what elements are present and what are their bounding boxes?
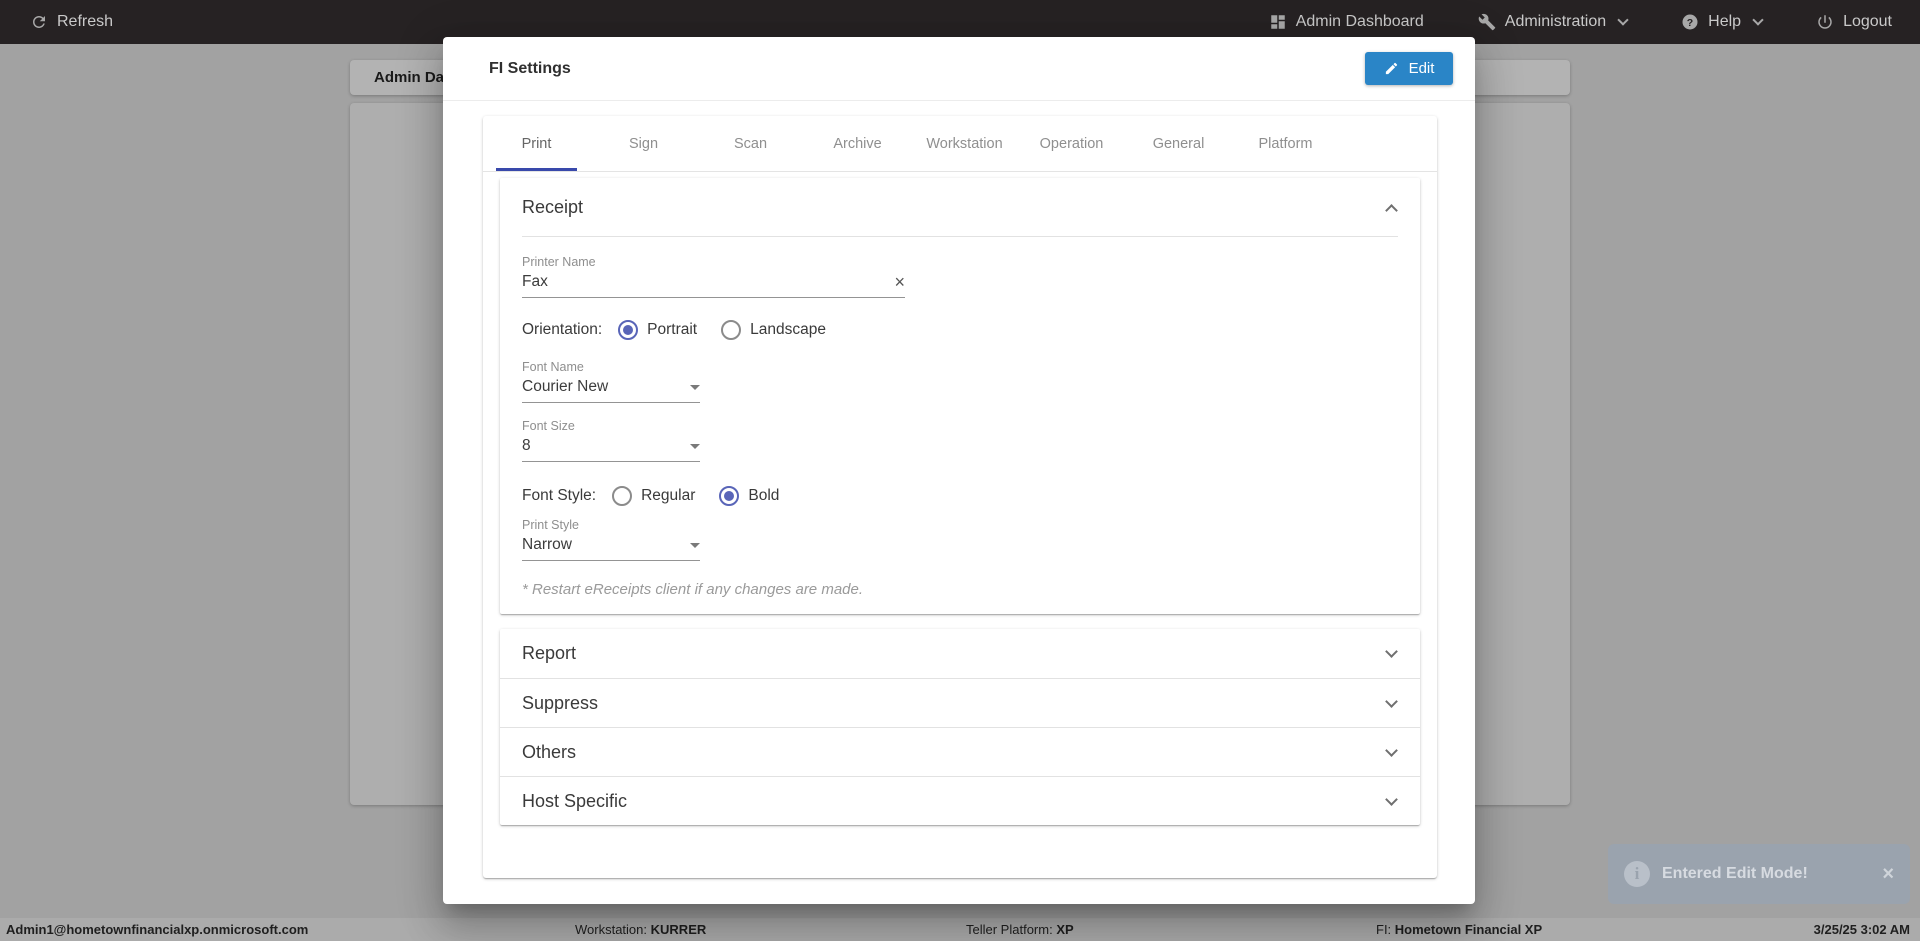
refresh-icon <box>30 13 48 31</box>
printer-name-label: Printer Name <box>522 255 905 269</box>
receipt-form: Printer Name Fax × Orientation: Portrait… <box>500 237 1420 614</box>
receipt-section-title: Receipt <box>522 197 583 218</box>
dropdown-caret-icon <box>690 385 700 390</box>
toast-notification: i Entered Edit Mode! × <box>1608 844 1910 904</box>
dashboard-icon <box>1269 13 1287 31</box>
modal-header: FI Settings Edit <box>443 37 1475 101</box>
chevron-down-icon <box>1385 793 1398 806</box>
help-label: Help <box>1708 13 1741 31</box>
teller-platform-value: XP <box>1056 922 1073 937</box>
report-section-title: Report <box>522 643 576 664</box>
refresh-button[interactable]: Refresh <box>30 13 113 31</box>
font-size-select[interactable]: 8 <box>522 437 700 462</box>
chevron-down-icon <box>1385 744 1398 757</box>
suppress-section-title: Suppress <box>522 693 598 714</box>
toast-message: Entered Edit Mode! <box>1662 865 1870 883</box>
tab-scan[interactable]: Scan <box>697 116 804 171</box>
font-style-label: Font Style: <box>522 487 596 505</box>
print-style-select[interactable]: Narrow <box>522 536 700 561</box>
toast-close-icon[interactable]: × <box>1882 864 1894 884</box>
bold-radio-label: Bold <box>748 487 779 505</box>
restart-note: * Restart eReceipts client if any change… <box>522 581 1398 598</box>
chevron-down-icon <box>1617 14 1628 25</box>
orientation-radio-group: Orientation: Portrait Landscape <box>522 320 1398 340</box>
regular-radio-label: Regular <box>641 487 695 505</box>
font-name-label: Font Name <box>522 360 700 374</box>
print-style-field: Print Style Narrow <box>522 518 700 561</box>
status-bar: Admin1@hometownfinancialxp.onmicrosoft.c… <box>0 918 1920 941</box>
font-style-radio-group: Font Style: Regular Bold <box>522 486 1398 506</box>
edit-button[interactable]: Edit <box>1365 52 1453 85</box>
report-accordion-header[interactable]: Report <box>500 629 1420 678</box>
tab-workstation[interactable]: Workstation <box>911 116 1018 171</box>
orientation-label: Orientation: <box>522 321 602 339</box>
regular-radio[interactable] <box>612 486 632 506</box>
chevron-down-icon <box>1752 14 1763 25</box>
portrait-radio[interactable] <box>618 320 638 340</box>
status-teller-platform: Teller Platform: XP <box>966 922 1074 937</box>
host-specific-section-title: Host Specific <box>522 791 627 812</box>
others-section-title: Others <box>522 742 576 763</box>
host-specific-accordion-header[interactable]: Host Specific <box>500 776 1420 825</box>
font-name-field: Font Name Courier New <box>522 360 700 403</box>
fi-value: Hometown Financial XP <box>1395 922 1542 937</box>
print-tab-content: Receipt Printer Name Fax × Orientation: <box>483 172 1437 843</box>
bold-radio[interactable] <box>719 486 739 506</box>
tab-general[interactable]: General <box>1125 116 1232 171</box>
logout-button[interactable]: Logout <box>1816 13 1892 31</box>
settings-tab-bar: Print Sign Scan Archive Workstation Oper… <box>483 116 1437 172</box>
collapsed-sections-group: Report Suppress Others Host Specific <box>500 629 1420 825</box>
chevron-down-icon <box>1385 695 1398 708</box>
portrait-radio-label: Portrait <box>647 321 697 339</box>
tab-sign[interactable]: Sign <box>590 116 697 171</box>
clear-icon[interactable]: × <box>894 273 905 291</box>
edit-button-label: Edit <box>1409 60 1435 77</box>
dropdown-caret-icon <box>690 444 700 449</box>
tab-platform[interactable]: Platform <box>1232 116 1339 171</box>
administration-label: Administration <box>1505 13 1606 31</box>
wrench-icon <box>1478 13 1496 31</box>
help-icon: ? <box>1681 13 1699 31</box>
font-size-field: Font Size 8 <box>522 419 700 462</box>
pencil-icon <box>1384 61 1399 76</box>
landscape-radio-label: Landscape <box>750 321 826 339</box>
workstation-value: KURRER <box>651 922 707 937</box>
info-icon: i <box>1624 861 1650 887</box>
tab-archive[interactable]: Archive <box>804 116 911 171</box>
modal-title: FI Settings <box>489 60 571 78</box>
power-icon <box>1816 13 1834 31</box>
status-fi: FI: Hometown Financial XP <box>1376 922 1542 937</box>
nav-help-menu[interactable]: ? Help <box>1681 13 1762 31</box>
dropdown-caret-icon <box>690 543 700 548</box>
tab-print[interactable]: Print <box>483 116 590 171</box>
refresh-label: Refresh <box>57 13 113 31</box>
printer-name-input[interactable]: Fax <box>522 273 548 291</box>
suppress-accordion-header[interactable]: Suppress <box>500 678 1420 727</box>
admin-dashboard-label: Admin Dashboard <box>1296 13 1424 31</box>
fi-settings-modal: FI Settings Edit Print Sign Scan Archive… <box>443 37 1475 904</box>
receipt-accordion: Receipt Printer Name Fax × Orientation: <box>500 178 1420 614</box>
settings-panel: Print Sign Scan Archive Workstation Oper… <box>483 116 1437 878</box>
receipt-accordion-header[interactable]: Receipt <box>500 178 1420 236</box>
print-style-label: Print Style <box>522 518 700 532</box>
font-name-select[interactable]: Courier New <box>522 378 700 403</box>
tab-operation[interactable]: Operation <box>1018 116 1125 171</box>
printer-name-field: Printer Name Fax × <box>522 255 905 298</box>
status-datetime: 3/25/25 3:02 AM <box>1814 922 1910 937</box>
landscape-radio[interactable] <box>721 320 741 340</box>
others-accordion-header[interactable]: Others <box>500 727 1420 776</box>
logout-label: Logout <box>1843 13 1892 31</box>
chevron-up-icon <box>1385 204 1398 217</box>
nav-admin-dashboard[interactable]: Admin Dashboard <box>1269 13 1424 31</box>
chevron-down-icon <box>1385 645 1398 658</box>
status-user-email: Admin1@hometownfinancialxp.onmicrosoft.c… <box>6 922 308 937</box>
svg-text:?: ? <box>1687 17 1693 29</box>
font-size-label: Font Size <box>522 419 700 433</box>
status-workstation: Workstation: KURRER <box>575 922 706 937</box>
nav-administration-menu[interactable]: Administration <box>1478 13 1627 31</box>
